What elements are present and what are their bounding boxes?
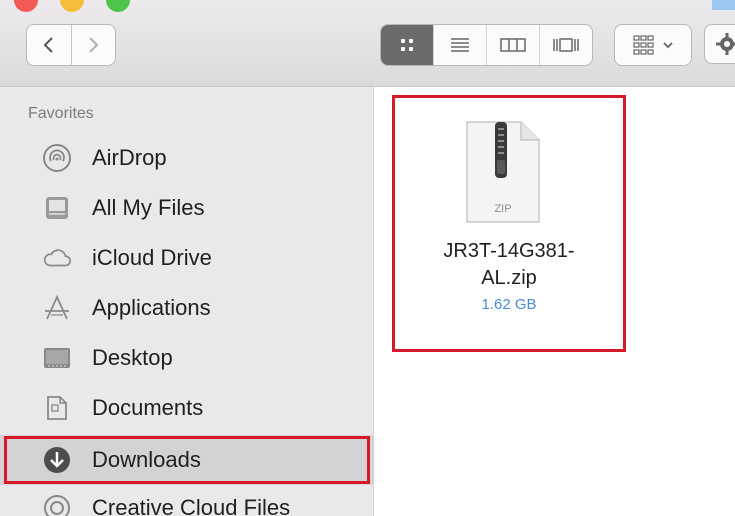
arrange-grid-icon xyxy=(633,35,654,55)
navigation-buttons xyxy=(26,24,116,66)
gear-icon xyxy=(716,33,735,55)
creative-cloud-icon xyxy=(42,493,72,516)
column-view-button[interactable] xyxy=(486,25,539,65)
desktop-icon xyxy=(42,343,72,373)
icon-view-button[interactable] xyxy=(381,25,433,65)
sidebar-item-label: Desktop xyxy=(92,345,173,370)
file-browser-content: ZIP JR3T-14G381- AL.zip 1.62 GB xyxy=(374,87,735,516)
close-window-button[interactable] xyxy=(14,0,38,12)
zoom-window-button[interactable] xyxy=(106,0,130,12)
all-files-icon xyxy=(42,193,72,223)
file-name-line-1: JR3T-14G381- xyxy=(443,240,575,262)
minimize-window-button[interactable] xyxy=(60,0,84,12)
documents-icon xyxy=(42,393,72,423)
chevron-right-icon xyxy=(89,37,99,53)
file-name: JR3T-14G381- AL.zip xyxy=(395,238,623,292)
cover-flow-view-button[interactable] xyxy=(539,25,592,65)
applications-icon xyxy=(42,293,72,323)
file-item-zip[interactable]: ZIP JR3T-14G381- AL.zip 1.62 GB xyxy=(392,95,626,352)
icon-view-icon xyxy=(401,39,413,51)
chevron-left-icon xyxy=(43,37,53,53)
sidebar-item-label: Documents xyxy=(92,395,204,420)
column-view-icon xyxy=(500,38,526,52)
file-name-line-2: AL.zip xyxy=(481,267,537,289)
cover-flow-icon xyxy=(553,38,579,52)
sidebar-item-label: Creative Cloud Files xyxy=(92,495,291,516)
sidebar-item-all-my-files[interactable]: All My Files xyxy=(0,183,373,233)
list-view-icon xyxy=(451,38,469,52)
sidebar-item-label: AirDrop xyxy=(92,145,167,170)
zip-file-icon: ZIP xyxy=(466,121,540,223)
sidebar-item-label: All My Files xyxy=(92,195,205,220)
sidebar: Favorites AirDrop All My Files iCloud Dr… xyxy=(0,87,374,516)
sidebar-item-label: Applications xyxy=(92,295,211,320)
sidebar-item-creative-cloud-files[interactable]: Creative Cloud Files xyxy=(0,483,373,516)
list-view-button[interactable] xyxy=(433,25,486,65)
back-button[interactable] xyxy=(27,25,71,65)
view-mode-selector xyxy=(380,24,593,66)
zip-icon-label: ZIP xyxy=(494,203,511,215)
sidebar-item-applications[interactable]: Applications xyxy=(0,283,373,333)
file-size: 1.62 GB xyxy=(481,296,537,313)
cloud-icon xyxy=(42,243,72,273)
chevron-down-icon xyxy=(663,42,673,49)
sidebar-item-icloud-drive[interactable]: iCloud Drive xyxy=(0,233,373,283)
toolbar xyxy=(0,0,735,87)
toolbar-edge-highlight xyxy=(712,0,735,10)
sidebar-heading-favorites: Favorites xyxy=(28,105,94,122)
sidebar-item-documents[interactable]: Documents xyxy=(0,383,373,433)
action-button[interactable] xyxy=(704,24,735,64)
sidebar-item-label: iCloud Drive xyxy=(92,245,212,270)
sidebar-item-airdrop[interactable]: AirDrop xyxy=(0,133,373,183)
finder-window: Favorites AirDrop All My Files iCloud Dr… xyxy=(0,0,735,516)
sidebar-item-desktop[interactable]: Desktop xyxy=(0,333,373,383)
forward-button[interactable] xyxy=(70,25,116,65)
arrange-button[interactable] xyxy=(614,24,692,66)
airdrop-icon xyxy=(42,143,72,173)
downloads-highlight-box xyxy=(4,436,370,484)
